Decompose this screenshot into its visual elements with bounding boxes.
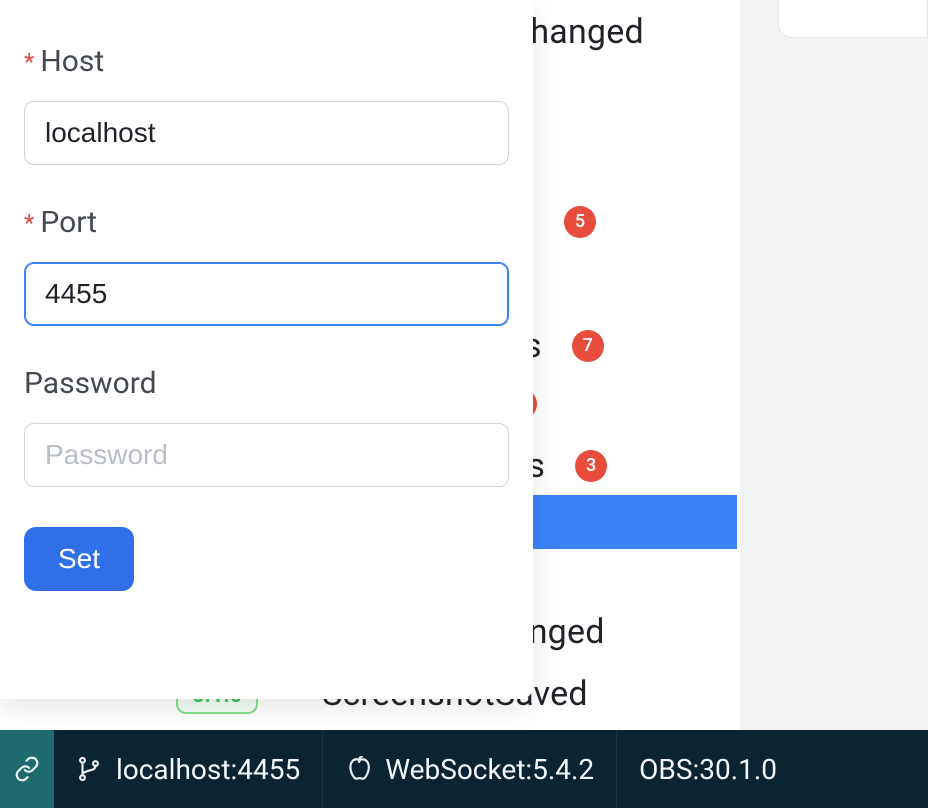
port-label: * Port [24, 205, 509, 240]
status-host-text: localhost:4455 [116, 753, 300, 786]
host-input[interactable] [24, 101, 509, 165]
event-badge: 7 [572, 330, 604, 362]
apple-icon [345, 756, 371, 782]
status-ws-text: WebSocket:5.4.2 [385, 753, 594, 786]
right-gutter [740, 0, 928, 730]
right-floating-card [778, 0, 928, 38]
event-badge: 3 [575, 450, 607, 482]
required-asterisk: * [24, 50, 34, 74]
event-badge: 5 [564, 206, 596, 238]
password-label-text: Password [24, 366, 157, 401]
port-label-text: Port [40, 205, 97, 240]
host-label: * Host [24, 44, 509, 79]
connection-popover: * Host * Port Password Set [0, 0, 533, 699]
status-link-segment[interactable] [0, 730, 54, 808]
link-icon [14, 756, 40, 782]
status-ws-segment[interactable]: WebSocket:5.4.2 [323, 730, 617, 808]
password-label: Password [24, 366, 509, 401]
set-button[interactable]: Set [24, 527, 134, 591]
status-obs-text: OBS:30.1.0 [639, 753, 777, 786]
host-label-text: Host [40, 44, 104, 79]
required-asterisk: * [24, 211, 34, 235]
status-obs-segment[interactable]: OBS:30.1.0 [617, 730, 799, 808]
form-group-password: Password [24, 366, 509, 487]
event-row-2[interactable]: s 7 [524, 326, 604, 366]
port-input[interactable] [24, 262, 509, 326]
form-group-port: * Port [24, 205, 509, 326]
status-host-segment[interactable]: localhost:4455 [54, 730, 323, 808]
event-row-1[interactable]: 5 [564, 206, 596, 238]
form-group-host: * Host [24, 44, 509, 165]
git-branch-icon [76, 756, 102, 782]
status-bar: localhost:4455 WebSocket:5.4.2 OBS:30.1.… [0, 730, 928, 808]
password-input[interactable] [24, 423, 509, 487]
